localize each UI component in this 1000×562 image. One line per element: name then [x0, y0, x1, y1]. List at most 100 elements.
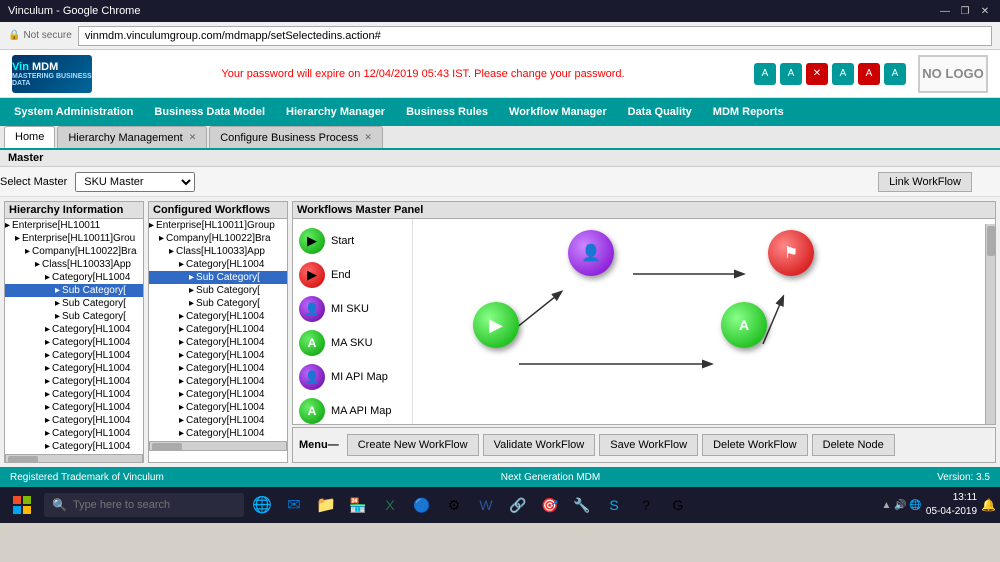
- taskbar-icon7[interactable]: ⚙: [440, 491, 468, 519]
- tab-configure-business-process[interactable]: Configure Business Process ✕: [209, 126, 383, 148]
- canvas-user-node[interactable]: 👤: [568, 230, 614, 276]
- tree-node[interactable]: ▸Category[HL1004: [5, 427, 143, 440]
- tree-node[interactable]: ▸Category[HL1004: [149, 401, 287, 414]
- tab-configure-close[interactable]: ✕: [364, 132, 372, 143]
- tree-node[interactable]: ▸Category[HL1004: [149, 362, 287, 375]
- tab-hierarchy-close[interactable]: ✕: [189, 132, 197, 143]
- tree-node[interactable]: ▸Enterprise[HL10011]Group: [149, 219, 287, 232]
- palette-ma-api[interactable]: A MA API Map: [293, 394, 412, 424]
- icon-btn-2[interactable]: A: [780, 63, 802, 85]
- taskbar-store-icon[interactable]: 🏪: [344, 491, 372, 519]
- address-input[interactable]: [78, 26, 992, 46]
- tree-expand-icon: ▸: [179, 389, 184, 400]
- palette-mi-sku[interactable]: 👤 MI SKU: [293, 292, 412, 326]
- nav-hierarchy[interactable]: Hierarchy Manager: [276, 102, 395, 122]
- tree-node[interactable]: ▸Category[HL1004: [149, 414, 287, 427]
- tree-node[interactable]: ▸Enterprise[HL10011]Grou: [5, 232, 143, 245]
- taskbar-icon10[interactable]: 🎯: [536, 491, 564, 519]
- tree-node[interactable]: ▸Category[HL1004: [5, 271, 143, 284]
- taskbar-search-input[interactable]: [73, 499, 223, 511]
- nav-workflow[interactable]: Workflow Manager: [499, 102, 617, 122]
- tree-node[interactable]: ▸Category[HL1004: [149, 258, 287, 271]
- icon-btn-5[interactable]: A: [858, 63, 880, 85]
- taskbar-excel-icon[interactable]: X: [376, 491, 404, 519]
- tree-node[interactable]: ▸Category[HL1004: [5, 388, 143, 401]
- tree-node[interactable]: ▸Category[HL1004: [5, 362, 143, 375]
- delete-workflow-btn[interactable]: Delete WorkFlow: [702, 434, 808, 456]
- tree-node[interactable]: ▸Category[HL1004: [5, 414, 143, 427]
- tree-node[interactable]: ▸Sub Category[: [149, 271, 287, 284]
- palette-ma-sku[interactable]: A MA SKU: [293, 326, 412, 360]
- tab-hierarchy-management[interactable]: Hierarchy Management ✕: [57, 126, 207, 148]
- tree-node[interactable]: ▸Category[HL1004: [149, 323, 287, 336]
- taskbar-folder-icon[interactable]: 📁: [312, 491, 340, 519]
- nav-data-quality[interactable]: Data Quality: [618, 102, 702, 122]
- titlebar-controls[interactable]: — ❐ ✕: [938, 4, 992, 18]
- nav-business-data[interactable]: Business Data Model: [144, 102, 275, 122]
- taskbar-icon14[interactable]: G: [664, 491, 692, 519]
- tree-node[interactable]: ▸Sub Category[: [5, 284, 143, 297]
- save-workflow-btn[interactable]: Save WorkFlow: [599, 434, 698, 456]
- system-clock[interactable]: 13:11 05-04-2019: [926, 491, 977, 519]
- taskbar-mail-icon[interactable]: ✉: [280, 491, 308, 519]
- tree-node[interactable]: ▸Category[HL1004: [5, 336, 143, 349]
- delete-node-btn[interactable]: Delete Node: [812, 434, 895, 456]
- icon-btn-1[interactable]: A: [754, 63, 776, 85]
- icon-btn-6[interactable]: A: [884, 63, 906, 85]
- icon-btn-4[interactable]: A: [832, 63, 854, 85]
- palette-start[interactable]: ▶ Start: [293, 224, 412, 258]
- tree-node[interactable]: ▸Enterprise[HL10011: [5, 219, 143, 232]
- tree-node[interactable]: ▸Sub Category[: [149, 284, 287, 297]
- tree-node[interactable]: ▸Category[HL1004: [149, 388, 287, 401]
- tree-node[interactable]: ▸Category[HL1004: [149, 375, 287, 388]
- palette-ma-api-label: MA API Map: [331, 405, 392, 417]
- close-btn[interactable]: ✕: [978, 4, 992, 18]
- tree-node[interactable]: ▸Category[HL1004: [149, 310, 287, 323]
- maximize-btn[interactable]: ❐: [958, 4, 972, 18]
- tree-node[interactable]: ▸Company[HL10022]Bra: [149, 232, 287, 245]
- nav-system-admin[interactable]: System Administration: [4, 102, 143, 122]
- canvas-area[interactable]: ▶ 👤 ⚑ A: [413, 202, 995, 424]
- tree-node[interactable]: ▸Category[HL1004: [149, 349, 287, 362]
- tree-node[interactable]: ▸Sub Category[: [5, 310, 143, 323]
- taskbar-edge-icon[interactable]: 🌐: [248, 491, 276, 519]
- tree-node[interactable]: ▸Category[HL1004: [5, 440, 143, 453]
- tree-expand-icon: ▸: [55, 285, 60, 296]
- taskbar-word-icon[interactable]: W: [472, 491, 500, 519]
- canvas-end-node[interactable]: ⚑: [768, 230, 814, 276]
- taskbar-skype-icon[interactable]: S: [600, 491, 628, 519]
- taskbar-search[interactable]: 🔍: [44, 493, 244, 517]
- tree-node[interactable]: ▸Sub Category[: [149, 297, 287, 310]
- create-new-workflow-btn[interactable]: Create New WorkFlow: [347, 434, 479, 456]
- master-select-dropdown[interactable]: SKU Master Product Master Vendor Master: [75, 172, 195, 192]
- canvas-scrollbar-v[interactable]: [985, 224, 995, 424]
- tree-node[interactable]: ▸Category[HL1004: [149, 427, 287, 440]
- tree-node[interactable]: ▸Category[HL1004: [149, 336, 287, 349]
- tree-node[interactable]: ▸Category[HL1004: [5, 349, 143, 362]
- tree-node[interactable]: ▸Class[HL10033]App: [149, 245, 287, 258]
- nav-mdm-reports[interactable]: MDM Reports: [703, 102, 794, 122]
- taskbar-icon13[interactable]: ?: [632, 491, 660, 519]
- palette-end[interactable]: ▶ End: [293, 258, 412, 292]
- notification-icon[interactable]: 🔔: [981, 498, 996, 512]
- minimize-btn[interactable]: —: [938, 4, 952, 18]
- windows-start-button[interactable]: [4, 487, 40, 523]
- canvas-start-node[interactable]: ▶: [473, 302, 519, 348]
- canvas-approve-node[interactable]: A: [721, 302, 767, 348]
- tree-node[interactable]: ▸Class[HL10033]App: [5, 258, 143, 271]
- validate-workflow-btn[interactable]: Validate WorkFlow: [483, 434, 596, 456]
- taskbar-icon9[interactable]: 🔗: [504, 491, 532, 519]
- taskbar-icon11[interactable]: 🔧: [568, 491, 596, 519]
- nav-business-rules[interactable]: Business Rules: [396, 102, 498, 122]
- palette-mi-api[interactable]: 👤 MI API Map: [293, 360, 412, 394]
- tree-node[interactable]: ▸Category[HL1004: [5, 401, 143, 414]
- tree-node[interactable]: ▸Company[HL10022]Bra: [5, 245, 143, 258]
- icon-btn-3[interactable]: ✕: [806, 63, 828, 85]
- taskbar-chrome-icon[interactable]: 🔵: [408, 491, 436, 519]
- tree-node[interactable]: ▸Category[HL1004: [5, 375, 143, 388]
- tree-node[interactable]: ▸Category[HL1004: [5, 323, 143, 336]
- link-workflow-button[interactable]: Link WorkFlow: [878, 172, 972, 192]
- tree-node-label: Category[HL1004: [186, 389, 264, 400]
- tab-home[interactable]: Home: [4, 126, 55, 148]
- tree-node[interactable]: ▸Sub Category[: [5, 297, 143, 310]
